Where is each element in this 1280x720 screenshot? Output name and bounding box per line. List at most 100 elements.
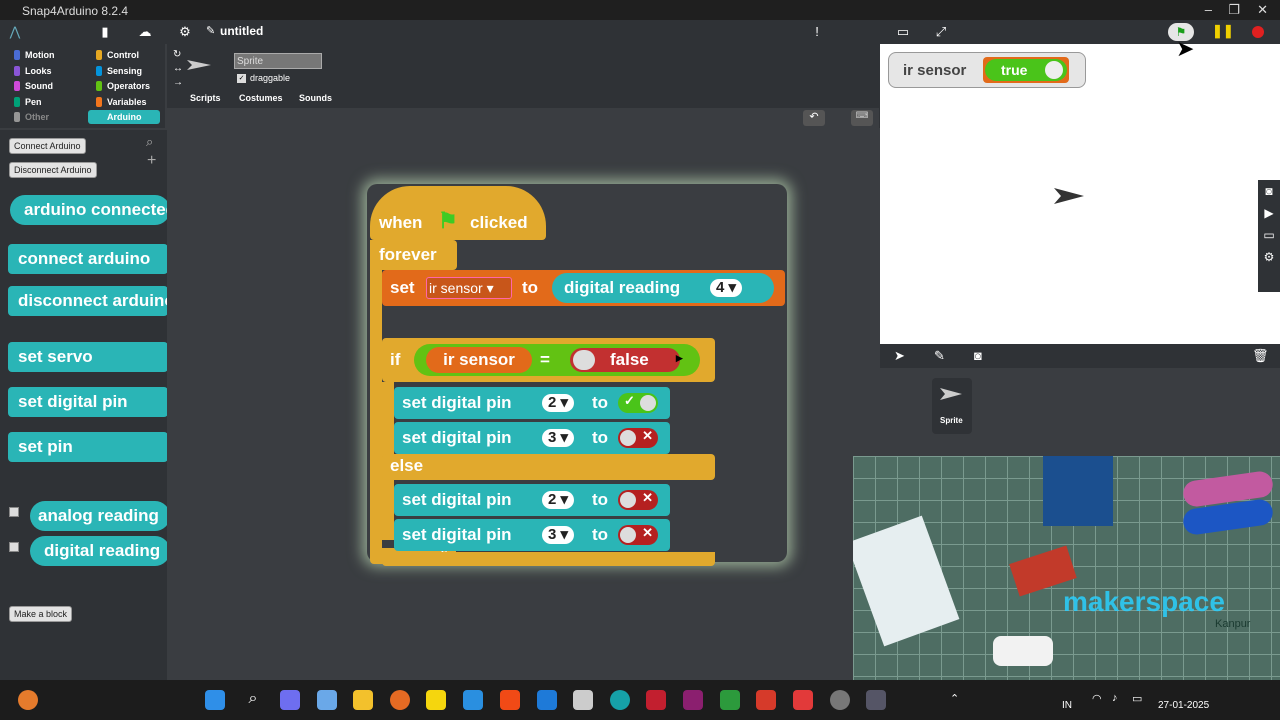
pin-dropdown[interactable]: 2 ▾ xyxy=(542,394,575,412)
scripting-area[interactable]: ↶ ⌨ when ⚑ clicked forever ↰ set ir sens… xyxy=(167,108,879,680)
category-sound[interactable]: Sound xyxy=(6,79,78,93)
draggable-checkbox[interactable]: ✓ xyxy=(237,74,246,83)
tray-chevron-icon[interactable]: ⌃ xyxy=(950,692,959,705)
set-digital-pin-block[interactable]: set digital pin 3 ▾ to ✕ xyxy=(394,422,670,454)
sprite-name-field[interactable]: Sprite xyxy=(234,53,322,69)
watcher-true-toggle[interactable]: true xyxy=(983,57,1069,83)
expand-arrow-icon[interactable]: ▸ xyxy=(676,350,683,366)
video-icon[interactable]: ▶ xyxy=(1258,202,1280,224)
turtle-icon[interactable]: ➤ xyxy=(894,348,905,364)
project-name[interactable]: untitled xyxy=(220,24,263,38)
boolean-false-toggle[interactable]: ✕ xyxy=(618,490,658,510)
category-other[interactable]: Other xyxy=(6,110,78,124)
tab-sounds[interactable]: Sounds xyxy=(299,93,332,103)
rotation-style-icon[interactable]: ↻ ↔ → xyxy=(173,48,183,90)
ir-sensor-variable[interactable]: ir sensor xyxy=(426,347,532,373)
palette-block-arduino-connected[interactable]: arduino connected xyxy=(10,195,167,225)
variable-dropdown[interactable]: ir sensor ▾ xyxy=(426,277,512,299)
sw-icon[interactable] xyxy=(646,690,666,710)
category-sensing[interactable]: Sensing xyxy=(88,64,160,78)
maximize-button[interactable]: ❐ xyxy=(1228,2,1240,18)
camera-snapshot-icon[interactable]: ◙ xyxy=(974,348,982,363)
firefox-icon[interactable] xyxy=(390,690,410,710)
tab-costumes[interactable]: Costumes xyxy=(239,93,283,103)
palette-block-set-servo[interactable]: set servo xyxy=(8,342,167,372)
wifi-icon[interactable]: ◠ xyxy=(1092,692,1102,705)
palette-block-set-digital-pin[interactable]: set digital pin xyxy=(8,387,167,417)
category-control[interactable]: Control xyxy=(88,48,160,62)
search-icon[interactable]: ⌕ xyxy=(146,134,153,150)
category-pen[interactable]: Pen xyxy=(6,95,78,109)
arduino-ide-icon[interactable] xyxy=(610,690,630,710)
battery-icon[interactable]: ▭ xyxy=(1132,692,1142,705)
paint-brush-icon[interactable]: ✎ xyxy=(934,348,945,364)
file-explorer-icon[interactable] xyxy=(353,690,373,710)
nzxt-icon[interactable] xyxy=(683,690,703,710)
corral-sprite-item[interactable]: Sprite xyxy=(932,378,972,434)
snap-logo-icon[interactable]: ⋀ xyxy=(6,23,24,41)
sprite-arrow-icon[interactable] xyxy=(1054,188,1084,204)
file-icon[interactable]: ▮ xyxy=(96,23,114,41)
palette-block-analog-reading[interactable]: analog reading xyxy=(30,501,167,531)
excel-icon[interactable] xyxy=(720,690,740,710)
start-menu-icon[interactable] xyxy=(205,690,225,710)
set-variable-block[interactable]: set ir sensor ▾ to digital reading 4 ▾ xyxy=(382,270,785,306)
boolean-true-toggle[interactable]: ✓ xyxy=(618,393,658,413)
watcher-checkbox[interactable] xyxy=(9,542,19,552)
category-arduino[interactable]: Arduino xyxy=(88,110,160,124)
set-digital-pin-block[interactable]: set digital pin 2 ▾ to ✓ xyxy=(394,387,670,419)
brave-icon[interactable] xyxy=(500,690,520,710)
pause-icon[interactable]: ❚❚ xyxy=(1212,23,1234,39)
input-language[interactable]: IN xyxy=(1062,700,1072,711)
watcher-checkbox[interactable] xyxy=(9,507,19,517)
trash-icon[interactable]: 🗑 xyxy=(1252,348,1269,364)
editor-icon[interactable] xyxy=(573,690,593,710)
pin-dropdown[interactable]: 4 ▾ xyxy=(710,279,743,297)
when-flag-clicked-hat[interactable]: when ⚑ clicked xyxy=(370,186,546,240)
sticky-notes-icon[interactable] xyxy=(426,690,446,710)
pin-dropdown[interactable]: 3 ▾ xyxy=(542,526,575,544)
category-variables[interactable]: Variables xyxy=(88,95,160,109)
close-button[interactable]: ✕ xyxy=(1257,2,1268,18)
stage-size-icon[interactable]: ! xyxy=(808,23,826,41)
stage[interactable]: ir sensor true ➤ ◙ ▶ ▭ ⚙ xyxy=(880,36,1280,344)
palette-block-set-pin[interactable]: set pin xyxy=(8,432,167,462)
palette-block-connect-arduino[interactable]: connect arduino xyxy=(8,244,167,274)
snap4arduino-taskbar-icon[interactable] xyxy=(866,690,886,710)
category-looks[interactable]: Looks xyxy=(6,64,78,78)
palette-block-digital-reading[interactable]: digital reading xyxy=(30,536,167,566)
chrome-icon[interactable] xyxy=(830,690,850,710)
set-digital-pin-block[interactable]: set digital pin 3 ▾ to ✕ xyxy=(394,519,670,551)
boolean-false-toggle[interactable]: false xyxy=(570,348,680,372)
digital-reading-reporter[interactable]: digital reading 4 ▾ xyxy=(552,273,774,303)
outlook-icon[interactable] xyxy=(537,690,557,710)
clock-date[interactable]: 27-01-2025 xyxy=(1158,700,1209,711)
pin-dropdown[interactable]: 3 ▾ xyxy=(542,429,575,447)
window-icon[interactable]: ▭ xyxy=(1258,224,1280,246)
make-a-block-button[interactable]: Make a block xyxy=(9,606,73,622)
if-else-block[interactable]: if ir sensor = false ▸ xyxy=(382,338,715,382)
cloud-icon[interactable]: ☁ xyxy=(136,23,154,41)
variable-watcher[interactable]: ir sensor true xyxy=(888,52,1086,88)
settings-icon[interactable]: ⚙ xyxy=(1258,246,1280,268)
search-icon[interactable]: ⌕ xyxy=(243,690,263,710)
connect-arduino-button[interactable]: Connect Arduino xyxy=(9,138,86,154)
tab-scripts[interactable]: Scripts xyxy=(190,93,221,103)
keyboard-icon[interactable]: ⌨ xyxy=(851,110,873,126)
recorder-icon[interactable] xyxy=(793,690,813,710)
undo-icon[interactable]: ↶ xyxy=(803,110,825,126)
stop-icon[interactable] xyxy=(1252,26,1264,38)
pin-dropdown[interactable]: 2 ▾ xyxy=(542,491,575,509)
settings-gear-icon[interactable]: ⚙ xyxy=(176,23,194,41)
category-operators[interactable]: Operators xyxy=(88,79,160,93)
app-icon-orange[interactable] xyxy=(18,690,38,710)
forever-block[interactable]: forever xyxy=(370,240,457,270)
volume-icon[interactable]: ♪ xyxy=(1112,692,1118,704)
category-motion[interactable]: Motion xyxy=(6,48,78,62)
teams-icon[interactable] xyxy=(280,690,300,710)
presentation-mode-icon[interactable]: ⤢ xyxy=(932,23,950,41)
equals-predicate[interactable]: ir sensor = false ▸ xyxy=(414,344,700,376)
palette-block-disconnect-arduino[interactable]: disconnect arduino xyxy=(8,286,167,316)
minimize-button[interactable]: – xyxy=(1205,2,1212,17)
notepad-icon[interactable] xyxy=(317,690,337,710)
